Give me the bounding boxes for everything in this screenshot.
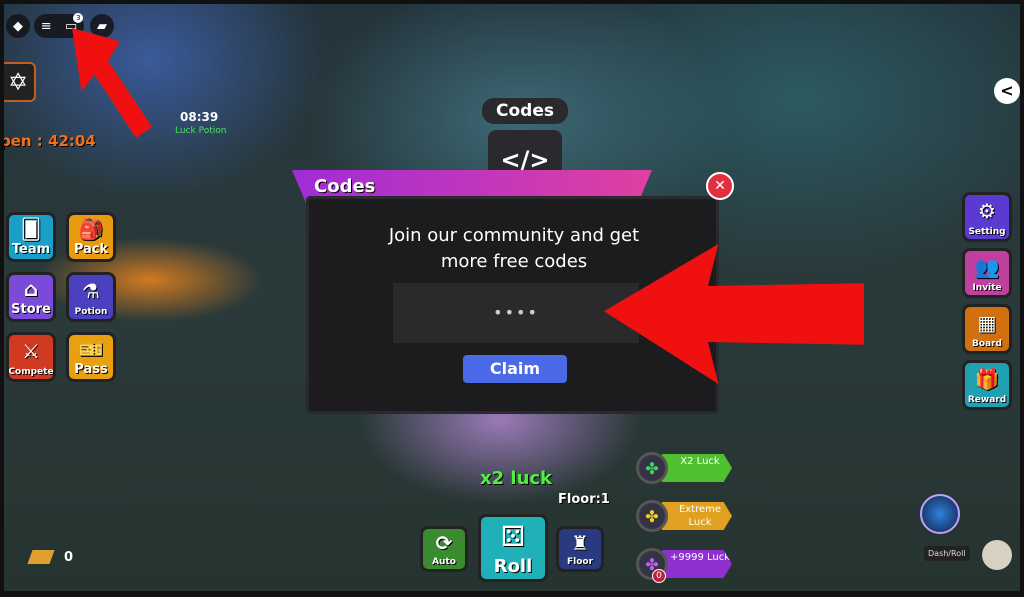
dialog-message: Join our community and get more free cod…	[388, 225, 640, 272]
people-icon: 👥	[974, 255, 1000, 279]
codes-sign-title: Codes	[482, 98, 568, 124]
floor-label: Floor:1	[558, 492, 610, 507]
roblox-menu-button[interactable]: ◆	[6, 14, 30, 38]
clover-icon: ✤	[636, 500, 668, 532]
open-timer: pen : 42:04	[0, 132, 96, 150]
setting-button[interactable]: ⚙ Setting	[962, 192, 1012, 242]
store-icon: ⌂	[23, 276, 39, 301]
buff-x2-luck[interactable]: X2 Luck ✤	[636, 452, 732, 484]
dice-icon: ⚄	[500, 520, 526, 553]
team-button[interactable]: 🂠 Team	[6, 212, 56, 262]
invite-button[interactable]: 👥 Invite	[962, 248, 1012, 298]
luck-multiplier: x2 luck	[480, 468, 553, 489]
potion-icon: ⚗	[82, 279, 100, 303]
hamburger-icon[interactable]: ≡	[41, 19, 52, 34]
currency-value: 0	[64, 550, 74, 565]
code-input[interactable]: ••••	[393, 283, 639, 343]
potion-name: Luck Potion	[175, 126, 227, 136]
player-avatar[interactable]	[982, 540, 1012, 570]
ticket-icon: 🎫	[78, 336, 104, 361]
pass-button[interactable]: 🎫 Pass	[66, 332, 116, 382]
notification-badge: 3	[73, 12, 84, 23]
close-button[interactable]: ✕	[706, 172, 734, 200]
tower-icon: ♜	[571, 531, 589, 555]
compete-button[interactable]: ⚔ Compete	[6, 332, 56, 382]
store-button[interactable]: ⌂ Store	[6, 272, 56, 322]
dash-roll-icon[interactable]	[920, 494, 960, 534]
potion-button[interactable]: ⚗ Potion	[66, 272, 116, 322]
buff-badge: 0	[652, 569, 666, 583]
reward-button[interactable]: 🎁 Reward	[962, 360, 1012, 410]
clover-icon: ✤	[636, 452, 668, 484]
buff-9999-luck[interactable]: +9999 Luck ✤	[636, 548, 732, 580]
swords-icon: ⚔	[22, 339, 40, 363]
grid-icon: ▦	[977, 311, 997, 335]
dash-roll-label: Dash/Roll	[924, 546, 970, 561]
dialog-title: Codes	[314, 176, 376, 197]
collapse-button[interactable]: <	[994, 78, 1020, 104]
potion-timer: 08:39	[180, 110, 219, 124]
gift-icon: 🎁	[974, 367, 1000, 391]
refresh-icon: ⟳	[435, 531, 453, 555]
backpack-icon: 🎒	[78, 216, 104, 241]
cards-icon: 🂠	[20, 216, 42, 241]
buff-extreme-luck[interactable]: Extreme Luck ✤	[636, 500, 732, 532]
roll-button[interactable]: ⚄ Roll	[478, 514, 548, 582]
pack-button[interactable]: 🎒 Pack	[66, 212, 116, 262]
claim-button[interactable]: Claim	[463, 355, 567, 383]
auto-button[interactable]: ⟳ Auto	[420, 526, 468, 572]
gear-icon: ⚙	[978, 199, 996, 223]
emblem-icon[interactable]: ✡	[0, 62, 36, 102]
board-button[interactable]: ▦ Board	[962, 304, 1012, 354]
floor-button[interactable]: ♜ Floor	[556, 526, 604, 572]
